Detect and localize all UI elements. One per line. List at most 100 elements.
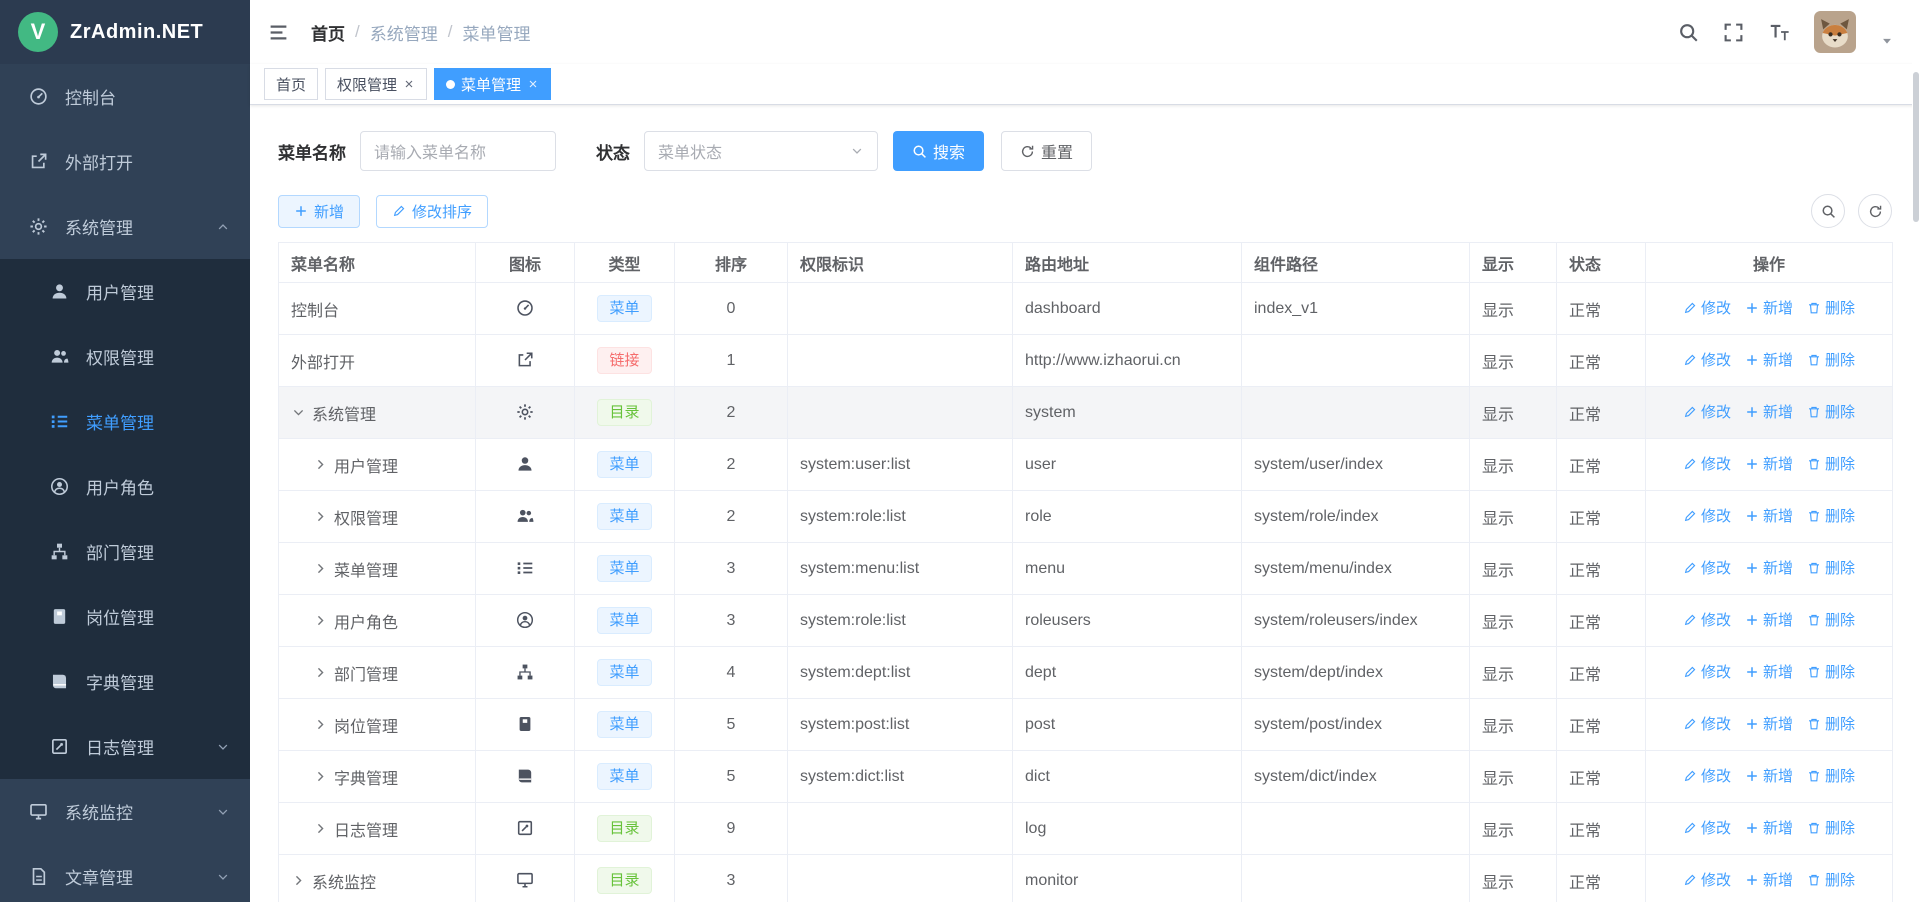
row-perm: [788, 387, 1013, 439]
delete-button[interactable]: 删除: [1807, 349, 1855, 370]
dashboard-icon: [516, 299, 534, 317]
edit-button[interactable]: 修改: [1683, 453, 1731, 474]
edit-button[interactable]: 修改: [1683, 661, 1731, 682]
add-row-button[interactable]: 新增: [1745, 505, 1793, 526]
book-icon: [516, 767, 534, 785]
edit-button[interactable]: 修改: [1683, 349, 1731, 370]
add-row-button[interactable]: 新增: [1745, 453, 1793, 474]
delete-button[interactable]: 删除: [1807, 609, 1855, 630]
table-row-user: 用户管理菜单2system:user:listusersystem/user/i…: [279, 439, 1893, 491]
status-select[interactable]: 菜单状态: [644, 131, 878, 171]
list-icon: [516, 559, 534, 577]
add-row-button[interactable]: 新增: [1745, 557, 1793, 578]
list-icon: [50, 412, 69, 431]
row-expand-icon[interactable]: [313, 665, 328, 680]
user-menu-caret-icon[interactable]: [1880, 34, 1894, 48]
row-expand-icon[interactable]: [291, 873, 306, 888]
reset-button[interactable]: 重置: [1001, 131, 1092, 171]
row-expand-icon[interactable]: [313, 561, 328, 576]
content: 菜单名称 请输入菜单名称 状态 菜单状态 搜索 重置: [250, 105, 1920, 902]
add-row-button[interactable]: 新增: [1745, 401, 1793, 422]
sidebar-item-log[interactable]: 日志管理: [0, 714, 250, 779]
sidebar-item-system[interactable]: 系统管理: [0, 194, 250, 259]
tab-权限管理[interactable]: 权限管理: [325, 68, 427, 100]
sidebar-item-external[interactable]: 外部打开: [0, 129, 250, 194]
font-size-icon[interactable]: [1768, 21, 1790, 43]
edit-button[interactable]: 修改: [1683, 557, 1731, 578]
edit-button[interactable]: 修改: [1683, 297, 1731, 318]
plus-icon: [1745, 301, 1759, 315]
row-expand-icon[interactable]: [313, 457, 328, 472]
delete-button[interactable]: 删除: [1807, 557, 1855, 578]
edit-button[interactable]: 修改: [1683, 401, 1731, 422]
sidebar-item-article[interactable]: 文章管理: [0, 844, 250, 902]
edit-button[interactable]: 修改: [1683, 817, 1731, 838]
sidebar-item-dept[interactable]: 部门管理: [0, 519, 250, 584]
sort-button[interactable]: 修改排序: [376, 195, 488, 228]
sidebar-item-roleusers[interactable]: 用户角色: [0, 454, 250, 519]
search-button[interactable]: 搜索: [893, 131, 984, 171]
add-row-button[interactable]: 新增: [1745, 349, 1793, 370]
add-button-label: 新增: [314, 201, 344, 222]
edit-button[interactable]: 修改: [1683, 609, 1731, 630]
delete-button[interactable]: 删除: [1807, 869, 1855, 890]
add-row-button[interactable]: 新增: [1745, 869, 1793, 890]
tab-菜单管理[interactable]: 菜单管理: [434, 68, 551, 100]
sidebar-item-monitor[interactable]: 系统监控: [0, 779, 250, 844]
header-search-icon[interactable]: [1678, 22, 1699, 43]
row-expand-icon[interactable]: [313, 821, 328, 836]
add-row-button[interactable]: 新增: [1745, 817, 1793, 838]
trash-icon: [1807, 353, 1821, 367]
edit-button[interactable]: 修改: [1683, 765, 1731, 786]
tab-首页[interactable]: 首页: [264, 68, 318, 100]
toggle-search-button[interactable]: [1811, 194, 1845, 228]
monitor-icon: [29, 802, 48, 821]
hamburger-icon[interactable]: [268, 22, 289, 43]
tab-close-icon[interactable]: [403, 78, 415, 90]
row-visible: 显示: [1470, 647, 1557, 699]
edit-button[interactable]: 修改: [1683, 713, 1731, 734]
breadcrumb-item[interactable]: 首页: [311, 20, 345, 45]
add-row-button[interactable]: 新增: [1745, 297, 1793, 318]
row-expand-icon[interactable]: [313, 769, 328, 784]
refresh-button[interactable]: [1858, 194, 1892, 228]
edit-button[interactable]: 修改: [1683, 869, 1731, 890]
row-perm: system:dict:list: [788, 751, 1013, 803]
sidebar-item-role[interactable]: 权限管理: [0, 324, 250, 389]
edit-icon: [392, 204, 406, 218]
row-visible: 显示: [1470, 595, 1557, 647]
sidebar-item-dashboard[interactable]: 控制台: [0, 64, 250, 129]
page-scrollbar[interactable]: [1912, 0, 1920, 902]
row-expand-icon[interactable]: [313, 613, 328, 628]
delete-button[interactable]: 删除: [1807, 817, 1855, 838]
fullscreen-icon[interactable]: [1723, 22, 1744, 43]
delete-button[interactable]: 删除: [1807, 505, 1855, 526]
delete-button[interactable]: 删除: [1807, 765, 1855, 786]
add-button[interactable]: 新增: [278, 195, 360, 228]
row-expand-icon[interactable]: [313, 509, 328, 524]
sidebar-item-post[interactable]: 岗位管理: [0, 584, 250, 649]
scrollbar-thumb[interactable]: [1913, 72, 1919, 222]
delete-button[interactable]: 删除: [1807, 401, 1855, 422]
avatar[interactable]: [1814, 11, 1856, 53]
row-expand-icon[interactable]: [313, 717, 328, 732]
menu-name-input[interactable]: 请输入菜单名称: [360, 131, 556, 171]
row-expand-icon[interactable]: [291, 405, 306, 420]
delete-button[interactable]: 删除: [1807, 453, 1855, 474]
delete-button[interactable]: 删除: [1807, 713, 1855, 734]
delete-button[interactable]: 删除: [1807, 661, 1855, 682]
type-tag: 菜单: [597, 763, 651, 790]
sidebar-item-dict[interactable]: 字典管理: [0, 649, 250, 714]
close-icon: [403, 78, 415, 90]
tab-close-icon[interactable]: [527, 78, 539, 90]
add-row-button[interactable]: 新增: [1745, 661, 1793, 682]
sidebar-item-menu[interactable]: 菜单管理: [0, 389, 250, 454]
type-tag: 目录: [597, 815, 651, 842]
refresh-icon: [1868, 204, 1883, 219]
edit-button[interactable]: 修改: [1683, 505, 1731, 526]
add-row-button[interactable]: 新增: [1745, 765, 1793, 786]
sidebar-item-user[interactable]: 用户管理: [0, 259, 250, 324]
delete-button[interactable]: 删除: [1807, 297, 1855, 318]
add-row-button[interactable]: 新增: [1745, 713, 1793, 734]
add-row-button[interactable]: 新增: [1745, 609, 1793, 630]
